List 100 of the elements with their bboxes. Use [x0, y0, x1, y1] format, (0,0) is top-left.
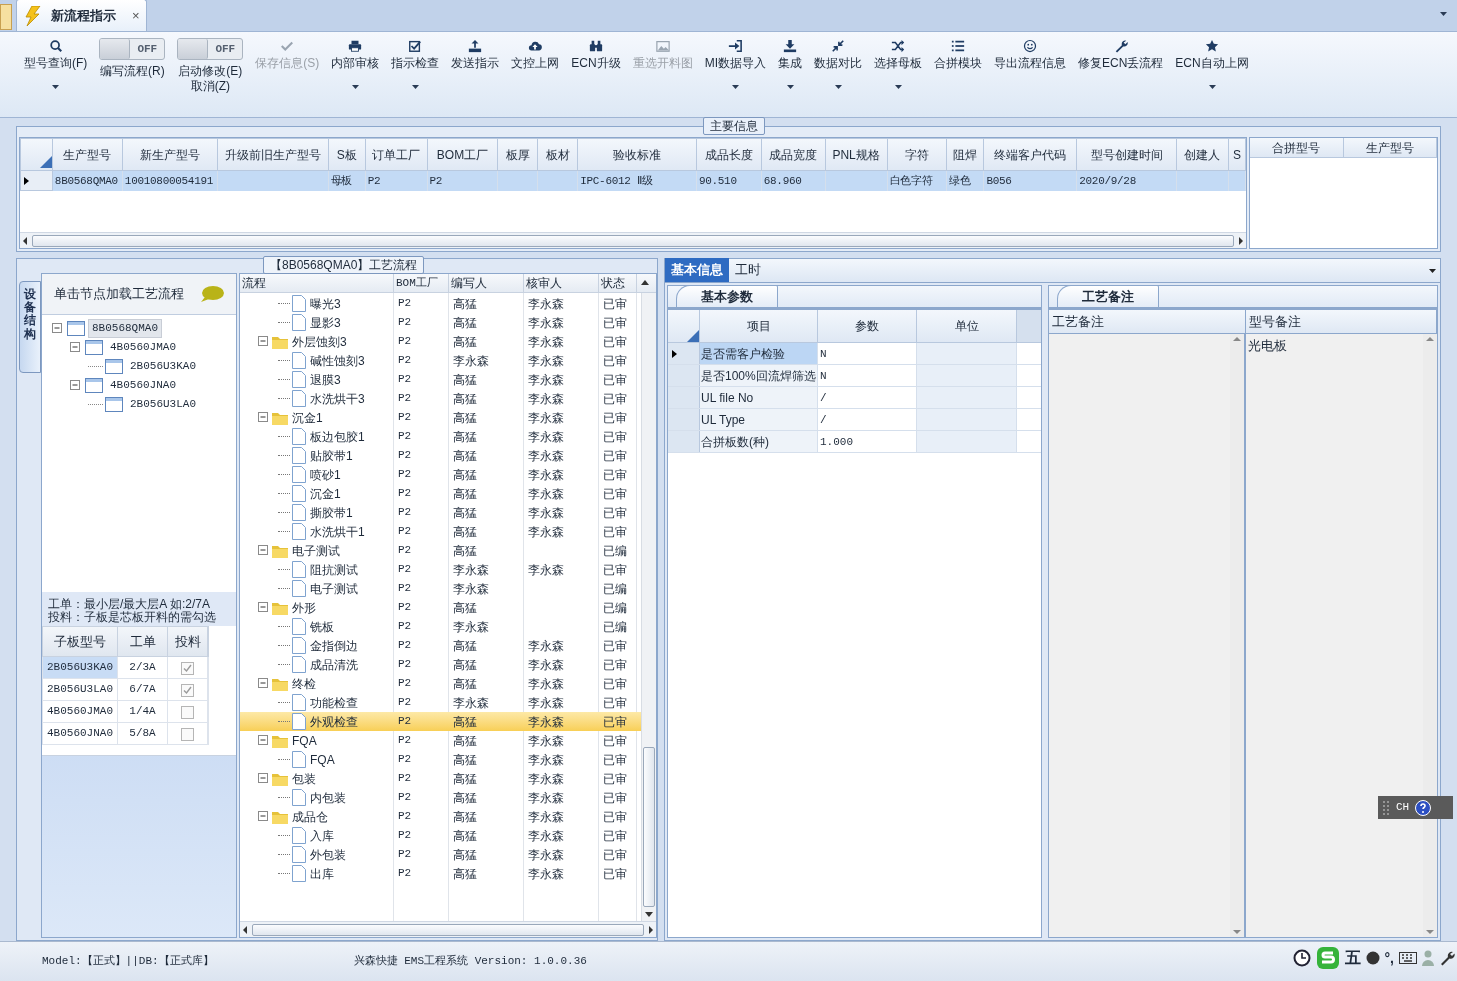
collapse-icon[interactable] [258, 773, 269, 784]
document-tab[interactable]: 新流程指示 × [16, 0, 147, 31]
app-button[interactable] [0, 4, 12, 30]
tree-node[interactable]: 碱性蚀刻3 [309, 351, 366, 370]
tree-node[interactable]: 外形 [291, 598, 317, 617]
collapse-icon[interactable] [258, 811, 269, 822]
close-button[interactable]: × [132, 5, 140, 26]
tab[interactable]: 基本信息 [665, 258, 729, 282]
collapse-icon[interactable] [70, 342, 81, 353]
tree-node[interactable]: 沉金1 [309, 484, 342, 503]
toolbar-button[interactable]: 发送指示 [445, 36, 506, 102]
tree-node[interactable]: 成品清洗 [309, 655, 359, 674]
scroll-thumb[interactable] [32, 234, 1234, 247]
horizontal-scrollbar[interactable] [240, 921, 656, 937]
tree-node[interactable]: 4B0560JNA0 [106, 376, 180, 395]
tree-node[interactable]: 成品仓 [291, 807, 329, 826]
column-header[interactable]: 编写人 [451, 276, 487, 290]
tree-node[interactable]: 出库 [309, 864, 335, 883]
punctuation-indicator[interactable]: °, [1384, 947, 1394, 969]
tree-node[interactable]: 沉金1 [291, 408, 324, 427]
vertical-scrollbar[interactable] [1230, 334, 1244, 937]
sub-tab[interactable]: 工艺备注 [1057, 285, 1159, 307]
checkbox[interactable] [181, 705, 194, 719]
toggle-switch[interactable]: OFF [177, 38, 244, 60]
collapse-icon[interactable] [258, 336, 269, 347]
scroll-thumb[interactable] [643, 747, 655, 907]
tree-node[interactable]: 功能检查 [309, 693, 359, 712]
collapse-icon[interactable] [258, 412, 269, 423]
column-header[interactable]: 生产型号 [1365, 141, 1414, 155]
tree-node[interactable]: 板边包胶1 [309, 427, 366, 446]
toolbar-button[interactable]: MI数据导入 [698, 36, 772, 102]
column-header[interactable]: 状态 [601, 276, 625, 290]
toolbar-button[interactable]: 文控上网 [505, 36, 566, 102]
toggle-switch[interactable]: OFF [99, 38, 166, 60]
column-header[interactable]: 字符 [905, 147, 929, 162]
vertical-scrollbar[interactable] [1423, 334, 1437, 937]
tree-node[interactable]: 电子测试 [291, 541, 341, 560]
tree-node[interactable]: 贴胶带1 [309, 446, 354, 465]
column-header[interactable]: 验收标准 [613, 147, 662, 162]
tree-node[interactable]: 外层蚀刻3 [291, 332, 348, 351]
toolbar-button[interactable]: 内部审核 [325, 36, 386, 102]
row-header[interactable] [20, 170, 53, 191]
tab[interactable]: 工时 [729, 258, 767, 282]
scroll-thumb[interactable] [252, 923, 644, 936]
column-header[interactable]: 单位 [954, 319, 979, 333]
column-header[interactable]: 流程 [242, 276, 266, 290]
tree-node[interactable]: 退膜3 [309, 370, 342, 389]
toolbar-button[interactable]: ECN自动上网 [1169, 36, 1255, 102]
collapse-icon[interactable] [258, 678, 269, 689]
column-header[interactable]: 合拼型号 [1272, 141, 1321, 155]
vertical-scrollbar[interactable] [641, 293, 656, 921]
collapse-icon[interactable] [258, 735, 269, 746]
side-tab[interactable]: 设备结构 [19, 281, 41, 373]
tree-node[interactable]: 入库 [309, 826, 335, 845]
tree-node[interactable]: 撕胶带1 [309, 503, 354, 522]
tree-node[interactable]: 金指倒边 [309, 636, 359, 655]
checkbox[interactable] [181, 661, 194, 675]
tree-node[interactable]: 4B0560JMA0 [106, 338, 180, 357]
tree-node[interactable]: 2B056U3KA0 [126, 357, 200, 376]
tree-node[interactable]: 外观检查 [309, 712, 359, 731]
toolbar-button[interactable]: 型号查询(F) [18, 36, 94, 102]
input-mode-indicator[interactable]: 五 [1344, 946, 1361, 970]
column-header[interactable]: 核审人 [526, 276, 562, 290]
tree-node[interactable]: 包装 [291, 769, 317, 788]
sub-tab[interactable]: 基本参数 [676, 285, 778, 307]
tree-node[interactable]: 2B056U3LA0 [126, 395, 200, 414]
collapse-icon[interactable] [70, 380, 81, 391]
toolbar-button[interactable]: 修复ECN丢流程 [1072, 36, 1170, 102]
toolbar-button[interactable]: 集成 [772, 36, 808, 102]
checkbox[interactable] [181, 683, 194, 697]
toolbar-button[interactable]: 指示检查 [385, 36, 446, 102]
tree-node[interactable]: 显影3 [309, 313, 342, 332]
checkbox[interactable] [181, 727, 194, 741]
column-header[interactable]: BOM工厂 [396, 277, 438, 289]
collapse-icon[interactable] [52, 323, 63, 334]
tree-node[interactable]: 外包装 [309, 845, 347, 864]
collapse-icon[interactable] [258, 545, 269, 556]
tree-node[interactable]: 电子测试 [309, 579, 359, 598]
tree-node[interactable]: 喷砂1 [309, 465, 342, 484]
tree-node[interactable]: 曝光3 [309, 294, 342, 313]
tree-node[interactable]: 8B0568QMA0 [88, 319, 162, 338]
horizontal-scrollbar[interactable] [20, 232, 1246, 248]
ime-toolbar[interactable]: CH [1378, 796, 1453, 819]
collapse-icon[interactable] [258, 602, 269, 613]
tree-node[interactable]: FQA [291, 731, 318, 750]
tree-node[interactable]: 终检 [291, 674, 317, 693]
tree-node[interactable]: 铣板 [309, 617, 335, 636]
toolbar-button[interactable]: 选择母板 [868, 36, 928, 102]
tree-node[interactable]: 水洗烘干3 [309, 389, 366, 408]
column-header[interactable]: 项目 [746, 319, 771, 333]
toolbar-button[interactable]: 导出流程信息 [988, 36, 1072, 102]
tree-node[interactable]: 阻抗测试 [309, 560, 359, 579]
tree-node[interactable]: 内包装 [309, 788, 347, 807]
table-row[interactable]: 8B0568QMA0 10010800054191 母板 P2 P2 IPC-6012 Ⅱ级 90.510 68.960 白色字符 绿色 B056 2020/9/28 [20, 170, 1246, 191]
tree-node[interactable]: 水洗烘干1 [309, 522, 366, 541]
row-header[interactable] [668, 343, 700, 364]
column-header[interactable]: 参数 [855, 319, 879, 333]
toolbar-button[interactable]: ECN升级 [565, 36, 627, 102]
toolbar-button[interactable]: 数据对比 [808, 36, 868, 102]
toolbar-button[interactable]: 合拼模块 [928, 36, 988, 102]
